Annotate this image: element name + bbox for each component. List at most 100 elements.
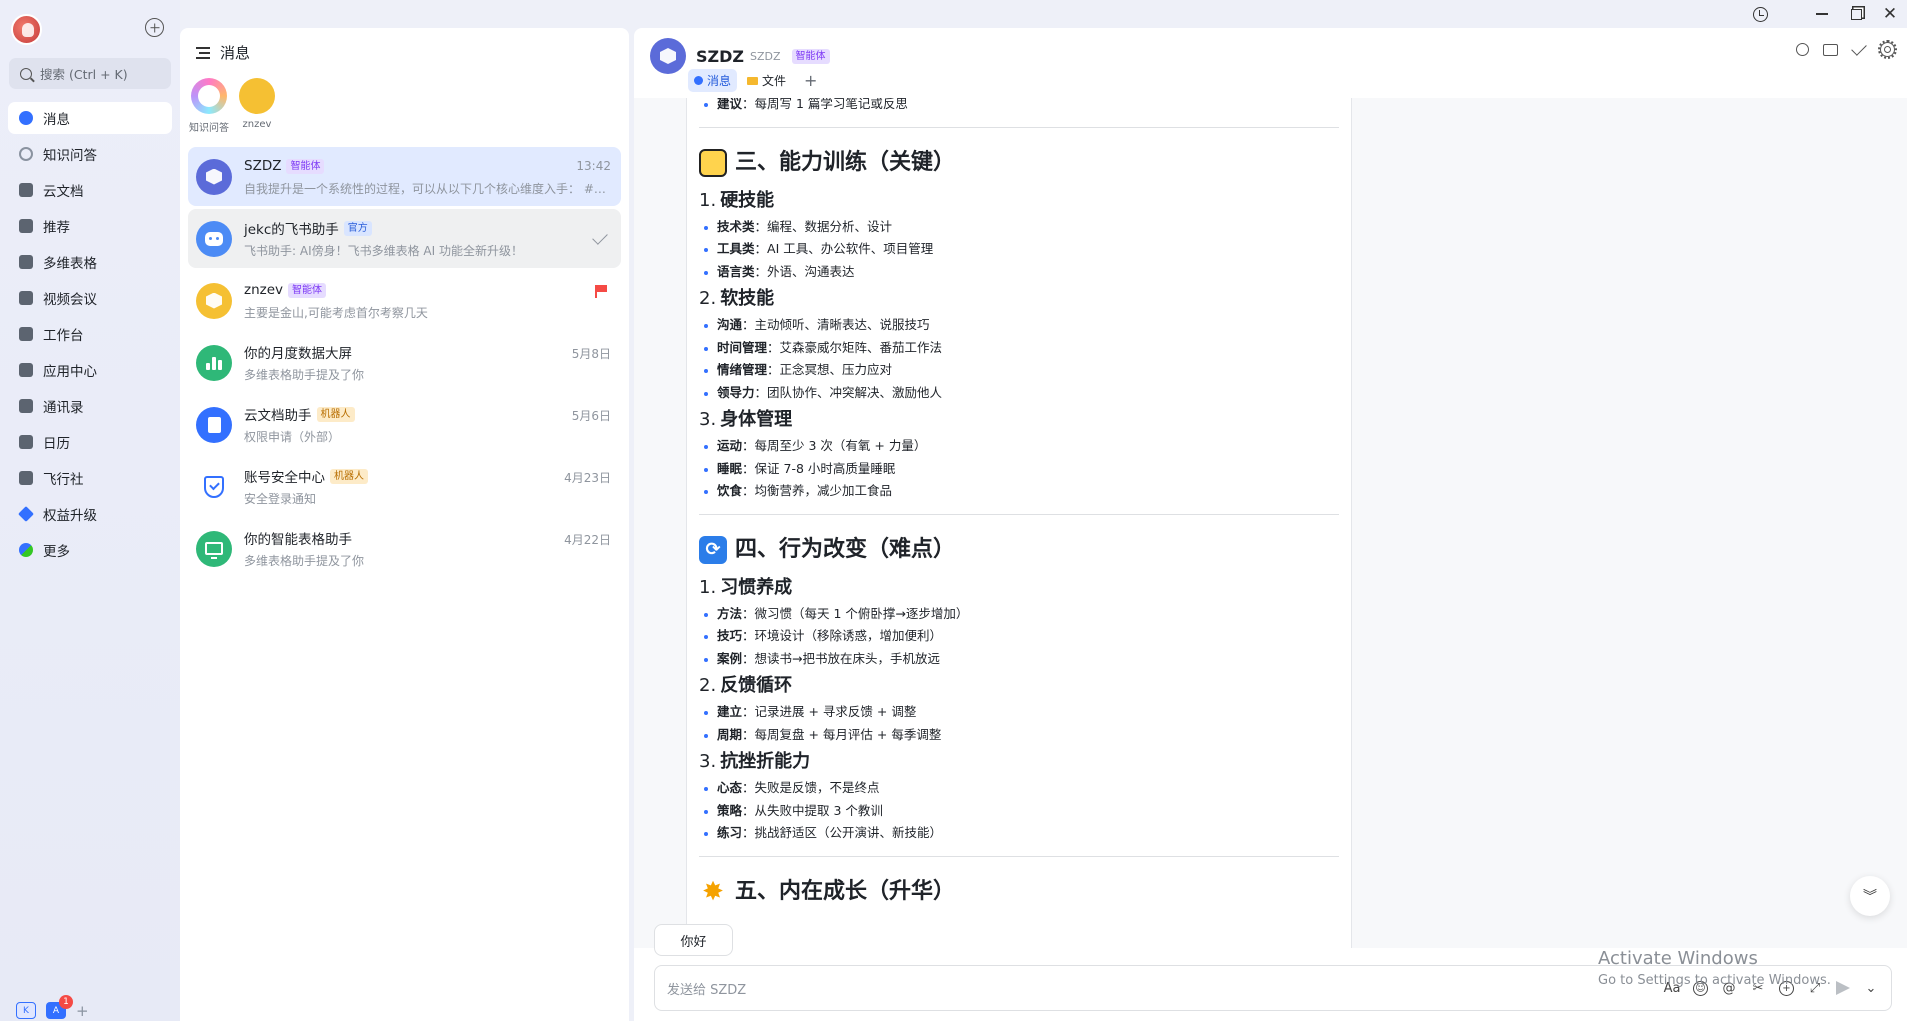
send-options-chevron-icon[interactable]: ⌄ <box>1863 980 1879 996</box>
sidebar-item-label: 知识问答 <box>43 148 97 164</box>
subheading: 3. 抗挫折能力 <box>699 751 811 772</box>
chat-subtitle: SZDZ <box>750 49 781 63</box>
conversation-time: 5月8日 <box>571 347 611 361</box>
sidebar-item-5[interactable]: 视频会议 <box>8 282 172 314</box>
flag-icon[interactable] <box>595 285 607 298</box>
minimize-icon <box>1816 13 1828 15</box>
minimize-button[interactable] <box>1805 0 1839 28</box>
app-center-icon <box>19 363 33 377</box>
list-menu-icon[interactable] <box>196 46 210 59</box>
conversation-tag: 官方 <box>343 220 372 236</box>
conversation-name: jekc的飞书助手 <box>244 222 339 238</box>
sidebar-item-label: 日历 <box>43 436 70 452</box>
bullet-item: 策略：从失败中提取 3 个教训 <box>699 800 1339 823</box>
monitor-icon <box>205 542 223 559</box>
more-apps-icon <box>19 543 33 557</box>
pinned-item-knowledge[interactable]: 知识问答 <box>188 78 230 134</box>
conversation-avatar <box>196 220 232 257</box>
add-member-icon[interactable] <box>1823 44 1838 56</box>
robot-icon <box>205 231 223 246</box>
settings-gear-icon[interactable] <box>1878 40 1897 59</box>
chat-avatar[interactable] <box>650 38 686 74</box>
document-icon <box>207 416 221 433</box>
bullet-item: 领导力：团队协作、冲突解决、激励他人 <box>699 382 1339 405</box>
close-button[interactable]: ✕ <box>1873 0 1907 28</box>
conversation-item[interactable]: 你的月度数据大屏 多维表格助手提及了你 5月8日 <box>188 333 621 392</box>
sidebar-item-2[interactable]: 云文档 <box>8 174 172 206</box>
sidebar-item-7[interactable]: 应用中心 <box>8 354 172 386</box>
conversation-item[interactable]: SZDZ智能体自我提升是一个系统性的过程，可以从以下几个核心维度入手： ## 一… <box>188 147 621 206</box>
search-icon <box>20 67 32 80</box>
sidebar-item-9[interactable]: 日历 <box>8 426 172 458</box>
app-switch-a[interactable]: A 1 <box>46 995 73 1019</box>
windows-activation-watermark: Activate Windows Go to Settings to activ… <box>1598 948 1831 988</box>
done-check-icon[interactable] <box>1851 40 1867 56</box>
conversation-item[interactable]: 你的智能表格助手 多维表格助手提及了你 4月22日 <box>188 519 621 578</box>
conversation-tag: 智能体 <box>286 158 325 174</box>
send-icon[interactable] <box>1836 981 1850 995</box>
knowledge-avatar-icon <box>191 78 227 114</box>
scroll-to-bottom-button[interactable]: ︾ <box>1850 876 1890 916</box>
sidebar-item-8[interactable]: 通讯录 <box>8 390 172 422</box>
sidebar-item-10[interactable]: 飞行社 <box>8 462 172 494</box>
sidebar-item-12[interactable]: 更多 <box>8 534 172 566</box>
conversation-body: 你的月度数据大屏 多维表格助手提及了你 <box>244 342 611 383</box>
sidebar-item-6[interactable]: 工作台 <box>8 318 172 350</box>
sidebar-item-label: 权益升级 <box>43 508 97 524</box>
pinned-item-znzev[interactable]: znzev <box>236 78 278 134</box>
search-placeholder: 搜索 (Ctrl + K) <box>40 67 128 82</box>
conversation-avatar <box>196 158 232 195</box>
sidebar-item-1[interactable]: 知识问答 <box>8 138 172 170</box>
calendar-icon <box>19 435 33 449</box>
chat-title[interactable]: SZDZ <box>696 47 744 66</box>
add-account-icon[interactable]: + <box>76 1003 90 1018</box>
conversation-preview: 权限申请（外部） <box>244 430 341 444</box>
conversation-avatar <box>196 530 232 567</box>
conversation-body: 你的智能表格助手 多维表格助手提及了你 <box>244 528 611 569</box>
user-avatar[interactable] <box>11 14 42 45</box>
bullet-item: 沟通：主动倾听、清晰表达、说服技巧 <box>699 314 1339 337</box>
conversation-name: 你的智能表格助手 <box>244 532 352 548</box>
conversation-body: jekc的飞书助手 官方飞书助手: AI傍身！飞书多维表格 AI 功能全新升级！ <box>244 218 611 259</box>
message-scroll-area[interactable]: 建议：每周写 1 篇学习笔记或反思 三、能力训练（关键） 1. 硬技能 技术类：编程、数… <box>634 98 1907 948</box>
tab-messages[interactable]: 消息 <box>688 69 738 92</box>
composer-placeholder: 发送给 SZDZ <box>667 982 747 998</box>
sidebar-item-0[interactable]: 消息 <box>8 102 172 134</box>
bullet-item: 情绪管理：正念冥想、压力应对 <box>699 359 1339 382</box>
sidebar-item-label: 通讯录 <box>43 400 84 416</box>
conversation-preview: 主要是金山,可能考虑首尔考察几天 <box>244 306 428 320</box>
conversation-avatar <box>196 282 232 319</box>
maximize-button[interactable] <box>1839 0 1873 28</box>
search-chat-icon[interactable] <box>1796 43 1809 56</box>
workplace-icon <box>19 327 33 341</box>
chat-bubble-icon <box>19 111 33 125</box>
sidebar-item-4[interactable]: 多维表格 <box>8 246 172 278</box>
sidebar-item-11[interactable]: 权益升级 <box>8 498 172 530</box>
bullet-item: 饮食：均衡营养，减少加工食品 <box>699 480 1339 503</box>
history-button[interactable] <box>1743 0 1777 28</box>
conversation-item[interactable]: znzev 智能体 主要是金山,可能考虑首尔考察几天 <box>188 271 621 330</box>
sidebar-item-label: 多维表格 <box>43 256 97 272</box>
conversation-panel: 消息 知识问答 znzev SZDZ 智能体 自我提升是一个系统性的过程，可以从以下… <box>180 28 629 1021</box>
conversation-preview: 安全登录通知 <box>244 492 317 506</box>
bullet-item: 运动：每周至少 3 次（有氧 + 力量） <box>699 435 1339 458</box>
conversation-name: 账号安全中心 <box>244 470 325 486</box>
add-tab-icon[interactable]: + <box>804 71 817 90</box>
conversation-time: 4月22日 <box>564 533 611 547</box>
conversation-item[interactable]: 云文档助手 机器人 权限申请（外部） 5月6日 <box>188 395 621 454</box>
conversation-time: 13:42 <box>576 159 611 173</box>
sidebar-item-label: 消息 <box>43 112 70 128</box>
agent-tag: 智能体 <box>791 48 830 64</box>
search-box[interactable]: 搜索 (Ctrl + K) <box>9 58 171 89</box>
conversation-item[interactable]: jekc的飞书助手 官方飞书助手: AI傍身！飞书多维表格 AI 功能全新升级！ <box>188 209 621 268</box>
app-switch-k[interactable]: K <box>16 1002 36 1019</box>
tab-files[interactable]: 文件 <box>741 69 792 92</box>
conversation-preview: 飞书助手: AI傍身！飞书多维表格 AI 功能全新升级！ <box>244 244 523 258</box>
cube-icon <box>660 48 676 64</box>
conversation-item[interactable]: 账号安全中心 机器人 安全登录通知 4月23日 <box>188 457 621 516</box>
subheading: 2. 反馈循环 <box>699 675 793 696</box>
sidebar-item-label: 飞行社 <box>43 472 84 488</box>
quick-reply-chip[interactable]: 你好 <box>654 924 733 956</box>
create-plus-icon[interactable] <box>145 18 164 37</box>
sidebar-item-3[interactable]: 推荐 <box>8 210 172 242</box>
